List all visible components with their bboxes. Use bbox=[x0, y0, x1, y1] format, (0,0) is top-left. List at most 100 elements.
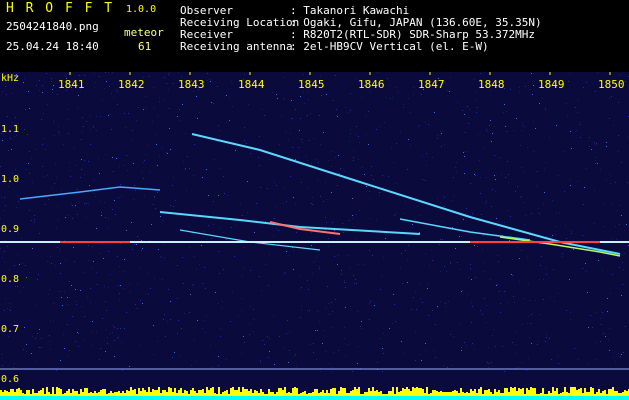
noise-pixel bbox=[510, 89, 511, 90]
noise-pixel bbox=[487, 362, 488, 363]
noise-pixel bbox=[331, 371, 332, 372]
noise-pixel bbox=[556, 213, 557, 214]
noise-pixel bbox=[477, 107, 478, 108]
baseline-bar-low bbox=[8, 396, 10, 400]
noise-pixel bbox=[318, 162, 319, 163]
noise-pixel bbox=[368, 111, 369, 112]
baseline-bar-low bbox=[306, 396, 308, 400]
noise-pixel bbox=[136, 244, 137, 245]
noise-pixel bbox=[96, 228, 97, 229]
noise-pixel bbox=[521, 250, 522, 251]
noise-pixel bbox=[319, 268, 320, 269]
noise-pixel bbox=[317, 311, 318, 312]
baseline-bar-low bbox=[14, 396, 16, 400]
noise-pixel bbox=[437, 198, 438, 199]
noise-pixel bbox=[300, 317, 301, 318]
noise-pixel bbox=[4, 310, 5, 311]
noise-pixel bbox=[475, 175, 476, 176]
noise-pixel bbox=[108, 115, 109, 116]
noise-pixel bbox=[99, 76, 100, 77]
noise-pixel bbox=[177, 298, 178, 299]
y-tick-label: 0.6 bbox=[1, 374, 20, 385]
noise-pixel bbox=[345, 107, 346, 108]
noise-pixel bbox=[546, 337, 547, 338]
noise-pixel bbox=[623, 269, 624, 270]
noise-pixel bbox=[519, 87, 520, 88]
baseline-bar-low bbox=[504, 396, 506, 400]
noise-pixel bbox=[464, 342, 465, 343]
noise-pixel bbox=[206, 315, 207, 316]
baseline-bar-low bbox=[596, 396, 598, 400]
noise-pixel bbox=[601, 324, 602, 325]
noise-pixel bbox=[407, 282, 408, 283]
noise-pixel bbox=[128, 113, 129, 114]
noise-pixel bbox=[401, 341, 402, 342]
noise-pixel bbox=[177, 265, 178, 266]
noise-pixel bbox=[337, 264, 338, 265]
noise-pixel bbox=[95, 82, 96, 83]
noise-pixel bbox=[35, 361, 36, 362]
baseline-bar-low bbox=[26, 396, 28, 400]
noise-pixel bbox=[100, 201, 101, 202]
noise-pixel bbox=[43, 113, 44, 114]
noise-pixel bbox=[168, 289, 169, 290]
noise-pixel bbox=[190, 294, 191, 295]
noise-pixel bbox=[577, 181, 578, 182]
noise-pixel bbox=[425, 122, 426, 123]
noise-pixel bbox=[455, 248, 456, 249]
noise-pixel bbox=[456, 162, 457, 163]
noise-pixel bbox=[462, 110, 463, 111]
noise-pixel bbox=[472, 306, 473, 307]
baseline-bar-low bbox=[356, 396, 358, 400]
noise-pixel bbox=[100, 116, 101, 117]
noise-pixel bbox=[72, 205, 73, 206]
noise-pixel bbox=[522, 324, 523, 325]
noise-pixel bbox=[70, 170, 71, 171]
baseline-bar-low bbox=[106, 396, 108, 400]
noise-pixel bbox=[376, 129, 377, 130]
baseline-bar-low bbox=[614, 396, 616, 400]
noise-pixel bbox=[23, 287, 24, 288]
noise-pixel bbox=[126, 155, 127, 156]
baseline-bar-low bbox=[242, 396, 244, 400]
noise-pixel bbox=[60, 250, 61, 251]
baseline-bar-low bbox=[86, 396, 88, 400]
noise-pixel bbox=[349, 141, 350, 142]
noise-pixel bbox=[347, 344, 348, 345]
noise-pixel bbox=[320, 75, 321, 76]
noise-pixel bbox=[357, 363, 358, 364]
noise-pixel bbox=[149, 76, 150, 77]
noise-pixel bbox=[356, 78, 357, 79]
noise-pixel bbox=[311, 232, 312, 233]
noise-pixel bbox=[154, 197, 155, 198]
noise-pixel bbox=[50, 349, 51, 350]
noise-pixel bbox=[589, 137, 590, 138]
noise-pixel bbox=[338, 350, 339, 351]
noise-pixel bbox=[332, 151, 333, 152]
noise-pixel bbox=[42, 92, 43, 93]
noise-pixel bbox=[253, 331, 254, 332]
noise-pixel bbox=[431, 250, 432, 251]
baseline-bar-low bbox=[466, 396, 468, 400]
noise-pixel bbox=[491, 362, 492, 363]
noise-pixel bbox=[513, 130, 514, 131]
noise-pixel bbox=[515, 191, 516, 192]
noise-pixel bbox=[117, 328, 118, 329]
baseline-bar-low bbox=[32, 396, 34, 400]
noise-pixel bbox=[543, 299, 544, 300]
noise-pixel bbox=[426, 165, 427, 166]
noise-pixel bbox=[459, 323, 460, 324]
noise-pixel bbox=[159, 156, 160, 157]
noise-pixel bbox=[470, 215, 471, 216]
noise-pixel bbox=[491, 206, 492, 207]
noise-pixel bbox=[388, 176, 389, 177]
noise-pixel bbox=[43, 197, 44, 198]
noise-pixel bbox=[471, 279, 472, 280]
noise-pixel bbox=[529, 89, 530, 90]
noise-pixel bbox=[355, 279, 356, 280]
noise-pixel bbox=[23, 349, 24, 350]
noise-pixel bbox=[582, 235, 583, 236]
noise-pixel bbox=[450, 262, 451, 263]
noise-pixel bbox=[141, 250, 142, 251]
noise-pixel bbox=[193, 91, 194, 92]
